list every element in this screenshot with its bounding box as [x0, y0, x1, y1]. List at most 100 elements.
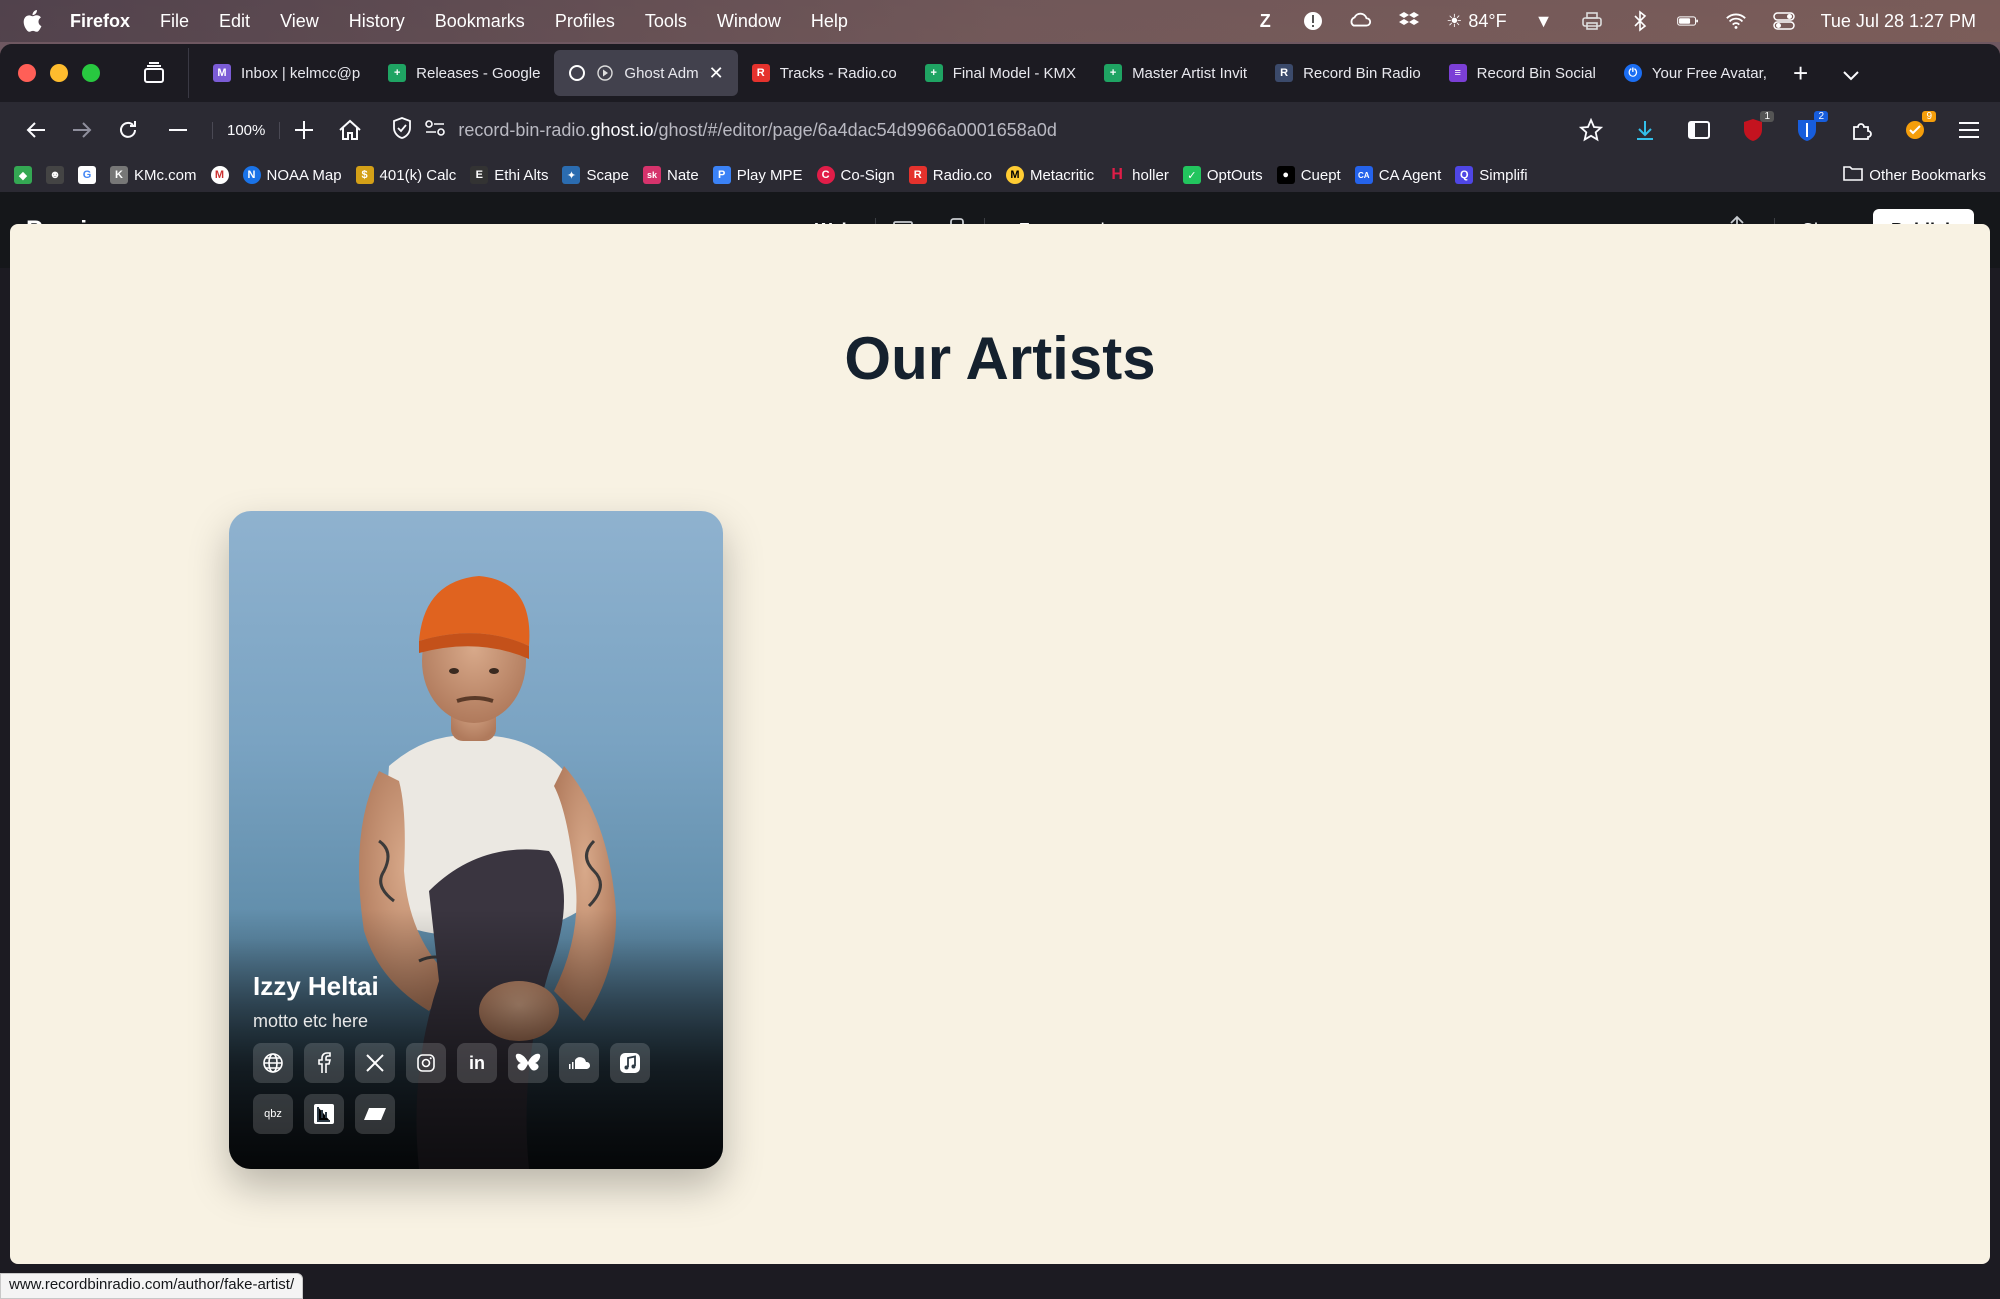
fullscreen-window-button[interactable]	[82, 64, 100, 82]
reload-icon[interactable]	[110, 112, 146, 148]
menu-window[interactable]: Window	[717, 11, 781, 32]
creative-cloud-icon[interactable]	[1350, 10, 1372, 32]
tab-tracks[interactable]: R Tracks - Radio.co	[738, 50, 911, 96]
bookmark-nate[interactable]: sk Nate	[643, 166, 699, 184]
apple-music-icon[interactable]	[610, 1043, 650, 1083]
menu-file[interactable]: File	[160, 11, 189, 32]
bookmark-kmc[interactable]: K KMc.com	[110, 166, 197, 184]
bookmark-cosign[interactable]: C Co-Sign	[816, 166, 895, 184]
bookmark-mw[interactable]: M	[210, 166, 229, 184]
zoom-z-icon[interactable]: Z	[1254, 10, 1276, 32]
tab-record-bin-social[interactable]: ≡ Record Bin Social	[1435, 50, 1610, 96]
firefox-view-icon[interactable]	[134, 53, 174, 93]
menubar-clock[interactable]: Tue Jul 28 1:27 PM	[1821, 11, 1976, 32]
sidebar-icon[interactable]	[1686, 117, 1712, 143]
close-tab-icon[interactable]: ✕	[709, 63, 724, 84]
tab-ghost-admin[interactable]: Ghost Adm ✕	[554, 50, 738, 96]
new-tab-icon[interactable]: +	[1793, 58, 1808, 89]
url-bar[interactable]: record-bin-radio.ghost.io/ghost/#/editor…	[384, 110, 1568, 150]
tab-strip: M Inbox | kelmcc@p + Releases - Google G…	[0, 44, 2000, 102]
site-permissions-icon[interactable]	[424, 119, 446, 142]
alert-icon[interactable]	[1302, 10, 1324, 32]
menu-profiles[interactable]: Profiles	[555, 11, 615, 32]
bookmark-metacritic[interactable]: M Metacritic	[1005, 166, 1094, 184]
zoom-in-icon[interactable]	[286, 112, 322, 148]
vpn-icon[interactable]: ▼	[1533, 10, 1555, 32]
menu-history[interactable]: History	[349, 11, 405, 32]
printer-icon[interactable]	[1581, 10, 1603, 32]
other-bookmarks[interactable]: Other Bookmarks	[1843, 165, 1986, 185]
tab-record-bin-radio[interactable]: R Record Bin Radio	[1261, 50, 1435, 96]
tab-final-model[interactable]: + Final Model - KMX	[911, 50, 1090, 96]
home-icon[interactable]	[332, 112, 368, 148]
bookmark-google[interactable]: G	[78, 166, 96, 184]
bookmark-maps[interactable]: ◆	[14, 166, 32, 184]
soundcloud-icon[interactable]	[559, 1043, 599, 1083]
bookmark-radioco[interactable]: R Radio.co	[908, 166, 992, 184]
bookmark-label: KMc.com	[134, 166, 197, 184]
forward-arrow-icon[interactable]	[64, 112, 100, 148]
tab-master-artist[interactable]: + Master Artist Invit	[1090, 50, 1261, 96]
page-preview-frame: Our Artists Izzy Heltai motto etc here i…	[10, 224, 1990, 1264]
tab-releases[interactable]: + Releases - Google	[374, 50, 554, 96]
bookmark-plaympe[interactable]: P Play MPE	[712, 166, 803, 184]
tab-free-avatar[interactable]: ⏻ Your Free Avatar,	[1610, 50, 1781, 96]
bluetooth-icon[interactable]	[1629, 10, 1651, 32]
menu-view[interactable]: View	[280, 11, 319, 32]
bookmark-holler[interactable]: Hholler	[1108, 166, 1168, 184]
instagram-icon[interactable]	[406, 1043, 446, 1083]
facebook-icon[interactable]	[304, 1043, 344, 1083]
bandcamp-icon[interactable]	[304, 1094, 344, 1134]
extensions-puzzle-icon[interactable]	[1848, 117, 1874, 143]
linkedin-icon[interactable]: in	[457, 1043, 497, 1083]
battery-icon[interactable]	[1676, 10, 1699, 32]
badge-count: 2	[1814, 111, 1828, 122]
tab-inbox[interactable]: M Inbox | kelmcc@p	[199, 50, 374, 96]
menu-tools[interactable]: Tools	[645, 11, 687, 32]
url-text[interactable]: record-bin-radio.ghost.io/ghost/#/editor…	[458, 120, 1056, 141]
notification-extension-icon[interactable]: 9	[1902, 111, 1936, 143]
bookmark-401k[interactable]: $401(k) Calc	[355, 166, 456, 184]
bookmark-ethi[interactable]: E Ethi Alts	[470, 166, 548, 184]
menu-edit[interactable]: Edit	[219, 11, 250, 32]
bookmark-ca-agent[interactable]: CA CA Agent	[1354, 166, 1442, 184]
qobuz-icon[interactable]: qbz	[253, 1094, 293, 1134]
bluesky-icon[interactable]	[508, 1043, 548, 1083]
menu-help[interactable]: Help	[811, 11, 848, 32]
downloads-icon[interactable]	[1632, 117, 1658, 143]
ublock-extension-icon[interactable]: 1	[1740, 111, 1774, 143]
bookmark-label: CA Agent	[1378, 166, 1442, 184]
tracking-shield-icon[interactable]	[392, 116, 412, 144]
weather-icon[interactable]: ☀ 84°F	[1446, 10, 1506, 32]
holler-icon: H	[1111, 166, 1123, 183]
control-center-icon[interactable]	[1772, 10, 1795, 32]
bookmark-simplifi[interactable]: Q Simplifi	[1455, 166, 1528, 184]
back-arrow-icon[interactable]	[18, 112, 54, 148]
menu-app-name[interactable]: Firefox	[70, 11, 130, 32]
list-all-tabs-icon[interactable]	[1842, 58, 1860, 89]
artist-card[interactable]: Izzy Heltai motto etc here in qbz	[229, 511, 723, 1169]
globe-icon[interactable]	[253, 1043, 293, 1083]
zoom-level[interactable]: 100%	[212, 121, 281, 139]
playing-media-icon[interactable]	[596, 64, 614, 82]
bookmark-optouts[interactable]: ✓ OptOuts	[1182, 166, 1263, 184]
x-icon[interactable]	[355, 1043, 395, 1083]
bookmark-scape[interactable]: ✦ Scape	[562, 166, 629, 184]
bitwarden-extension-icon[interactable]: 2	[1794, 111, 1828, 143]
minimize-window-button[interactable]	[50, 64, 68, 82]
bookmark-noaa[interactable]: N NOAA Map	[242, 166, 342, 184]
zoom-out-icon[interactable]	[160, 112, 196, 148]
social-links: in qbz	[253, 1043, 673, 1134]
bookmark-chat[interactable]: ☻	[46, 166, 64, 184]
artist-name[interactable]: Izzy Heltai	[253, 971, 379, 1002]
close-window-button[interactable]	[18, 64, 36, 82]
apple-menu-icon[interactable]	[22, 8, 44, 34]
calculator-icon: $	[355, 166, 374, 184]
wifi-icon[interactable]	[1725, 10, 1747, 32]
menu-bookmarks[interactable]: Bookmarks	[435, 11, 525, 32]
app-menu-icon[interactable]	[1956, 117, 1982, 143]
bookmark-star-icon[interactable]	[1578, 117, 1604, 143]
bookmark-cuept[interactable]: ● Cuept	[1276, 166, 1341, 184]
dropbox-icon[interactable]	[1398, 10, 1420, 32]
tidal-icon[interactable]	[355, 1094, 395, 1134]
